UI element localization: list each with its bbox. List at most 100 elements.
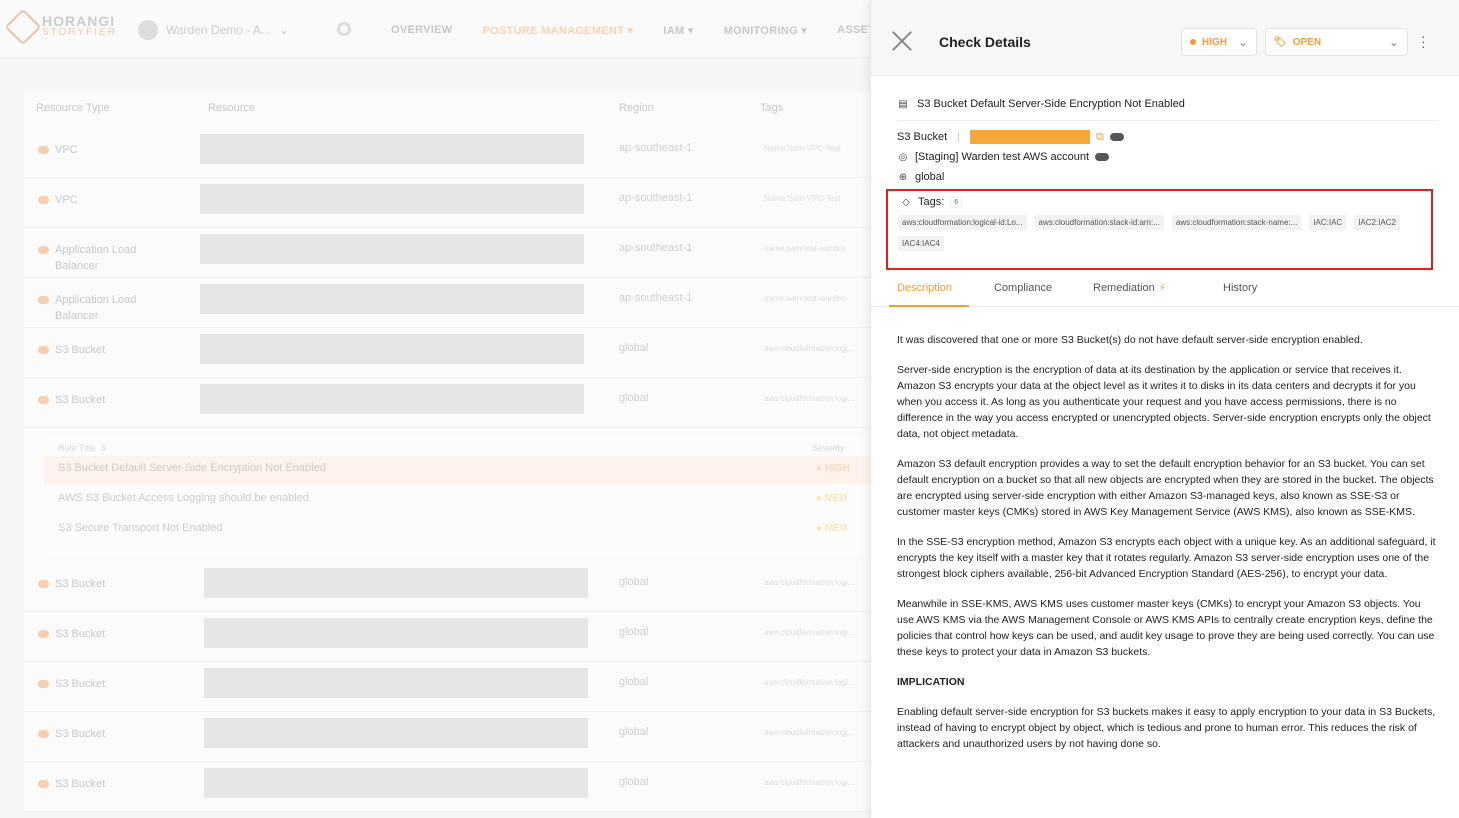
tag: aws:cloudformation:logi... [764,628,855,637]
tag: aws:cloudformation:logi... [764,394,855,403]
severity-dot-icon [1190,39,1196,45]
background-page: HORANGI STORYFIER Warden Demo - A... ⌄ OV… [0,0,870,818]
rule-row[interactable]: AWS S3 Bucket Access Logging should be e… [44,486,870,514]
table-row[interactable]: Application Load Balancer ap-southeast-1 n… [24,228,870,278]
redacted-resource [200,284,584,314]
description-paragraph: In the SSE-S3 encryption method, Amazon … [897,536,1436,580]
region: global [619,626,649,638]
gear-icon[interactable] [337,22,351,36]
logo-subtext: STORYFIER [42,27,117,38]
table-row[interactable]: S3 Bucket global aws:cloudformation:logi..… [24,612,870,662]
check-title: S3 Bucket Default Server-Side Encryption… [917,98,1185,110]
tags-section: ◇ Tags: 6 aws:cloudformation:logical-id:… [886,189,1433,270]
status-value: OPEN [1292,36,1322,48]
table-row[interactable]: S3 Bucket global aws:cloudformation:logi..… [24,328,870,378]
description-paragraph: Meanwhile in SSE-KMS, AWS KMS uses custo… [897,598,1435,658]
redacted-resource [204,768,588,798]
resource-type: S3 Bucket [55,628,106,640]
tag-icon: ◇ [902,196,910,208]
region: ap-southeast-1 [619,142,693,154]
description-paragraph: Server-side encryption is the encryption… [897,364,1431,440]
tab-description[interactable]: Description [889,282,969,307]
nav-asset-inventory[interactable]: ASSET INVE [837,24,870,37]
main-nav: OVERVIEW POSTURE MANAGEMENT ▾ IAM ▾ MONI… [391,24,870,37]
tag-chip[interactable]: IAC2:IAC2 [1354,215,1400,230]
tag-chip[interactable]: aws:cloudformation:logical-id:Lo... [898,215,1027,230]
tag: Name:Sam-VPC-Test [764,194,841,203]
tag: aws:cloudformation:logi... [764,578,855,587]
more-options-icon[interactable]: · · · [1421,29,1426,53]
detail-tabs: Description Compliance Remediation ⚡ Hist… [871,276,1459,307]
cloud-icon [38,730,49,738]
table-row[interactable]: VPC ap-southeast-1 Name:Sam-VPC-Test [24,178,870,228]
nav-monitoring[interactable]: MONITORING ▾ [724,24,807,37]
resource-type: S3 Bucket [55,394,106,406]
description-paragraph: Amazon S3 default encryption provides a … [897,458,1434,518]
region: global [619,776,649,788]
globe-icon: ⊕ [898,171,908,183]
resource-type: VPC [55,194,78,206]
table-row[interactable]: S3 Bucket global aws:cloudformation:logi..… [24,562,870,612]
check-details-panel: Check Details HIGH ⌄ 🏷︎ OPEN ⌄ · · · ▤ S3 … [870,0,1459,818]
nav-posture-management[interactable]: POSTURE MANAGEMENT ▾ [483,24,634,37]
tag: aws:cloudformation:logi... [764,344,855,353]
nav-overview[interactable]: OVERVIEW [391,24,453,37]
resource-type: VPC [55,144,78,156]
redacted-resource-name [970,130,1090,144]
redacted-resource [200,384,584,414]
region: ap-southeast-1 [619,292,693,304]
aws-badge-icon [1109,133,1124,141]
cloud-icon [38,396,49,404]
tag-chips: aws:cloudformation:logical-id:Lo... aws:… [898,215,1426,251]
redacted-resource [200,334,584,364]
resource-type: S3 Bucket [55,728,106,740]
severity-badge: ● MED [816,523,848,534]
lightning-icon: ⚡ [1158,283,1166,294]
rules-header: Rule Title 3 [58,443,106,453]
nav-iam[interactable]: IAM ▾ [663,24,693,37]
external-link-icon[interactable]: ⧉ [1096,131,1104,144]
table-row[interactable]: S3 Bucket global aws:cloudformation:logi..… [24,712,870,762]
tab-compliance[interactable]: Compliance [994,282,1052,307]
cloud-icon [38,346,49,354]
close-icon[interactable] [891,30,913,52]
status-dropdown[interactable]: 🏷︎ OPEN ⌄ [1265,28,1408,56]
aws-icon [138,20,158,40]
chevron-down-icon: ⌄ [1388,35,1399,49]
tag-chip[interactable]: aws:cloudformation:stack-name:... [1171,215,1302,230]
severity-dropdown[interactable]: HIGH ⌄ [1181,28,1257,56]
document-icon: ▤ [898,98,908,110]
resource-row: S3 Bucket | ⧉ [897,130,1124,144]
cloud-icon [38,630,49,638]
region: global [619,726,649,738]
tag-chip[interactable]: IAC4:IAC4 [898,236,944,251]
table-row[interactable]: S3 Bucket global aws:cloudformation:logi..… [24,762,870,812]
workspace-selector[interactable]: Warden Demo - A... ⌄ [138,20,289,40]
panel-title: Check Details [939,34,1031,50]
description-content: It was discovered that one or more S3 Bu… [897,332,1438,766]
resource-type: S3 Bucket [55,578,106,590]
tab-history[interactable]: History [1223,282,1257,307]
tab-remediation[interactable]: Remediation ⚡ [1093,282,1166,307]
tag-icon: 🏷︎ [1274,36,1287,48]
cloud-icon [38,246,49,254]
region-value: global [915,171,945,183]
resource-type: Application Load Balancer [55,294,137,322]
cloud-icon [38,296,49,304]
severity-badge: ● HIGH [816,463,850,474]
column-header-resource: Resource [208,102,256,114]
tag: aws:cloudformation:logi... [764,778,855,787]
region: global [619,342,649,354]
severity-header: Severity [812,443,845,453]
table-row[interactable]: S3 Bucket global aws:cloudformation:logi..… [24,662,870,712]
resource-type: S3 Bucket [55,778,106,790]
rule-row[interactable]: S3 Secure Transport Not Enabled ● MED [44,516,870,544]
table-row[interactable]: Application Load Balancer ap-southeast-1 n… [24,278,870,328]
table-row-expanded[interactable]: S3 Bucket global aws:cloudformation:logi..… [24,378,870,428]
rule-row-selected[interactable]: S3 Bucket Default Server-Side Encryption… [44,456,870,484]
tag-chip[interactable]: aws:cloudformation:stack-id:arn:... [1034,215,1164,230]
redacted-resource [200,134,584,164]
tag-chip[interactable]: IAC:IAC [1309,215,1347,230]
redacted-resource [204,568,588,598]
table-row[interactable]: VPC ap-southeast-1 Name:Sam-VPC-Test [24,128,870,178]
